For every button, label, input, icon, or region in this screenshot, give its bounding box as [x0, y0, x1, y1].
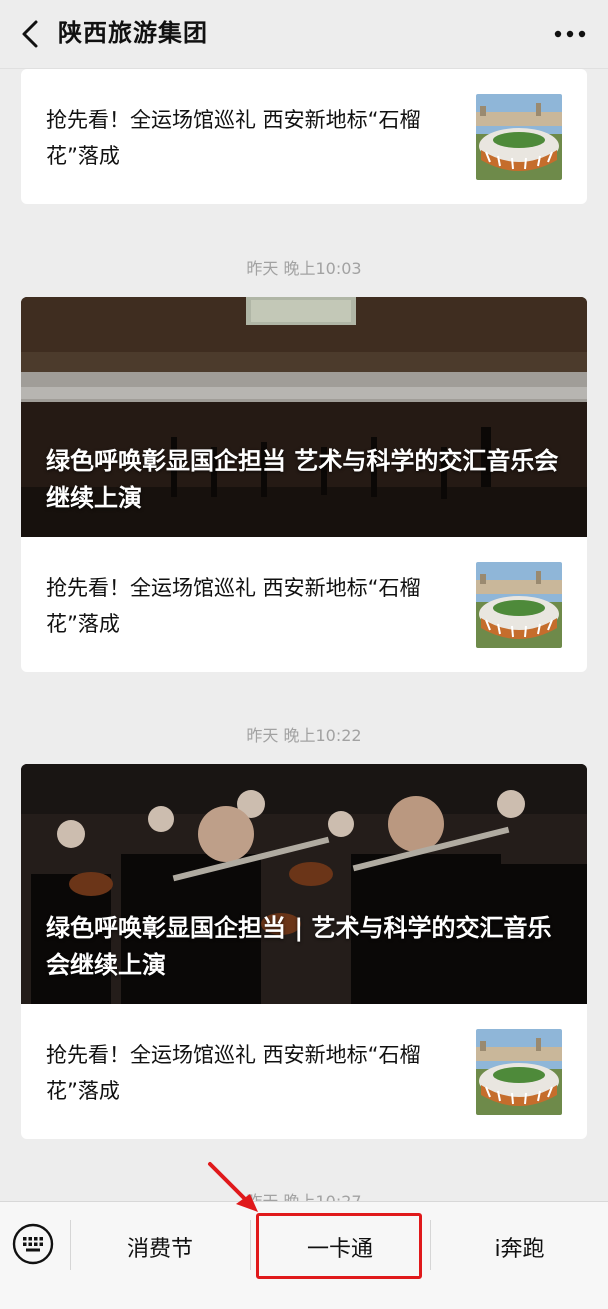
red-arrow-annotation [208, 1162, 258, 1212]
article-caption: 抢先看！全运场馆巡礼 西安新地标“石榴花”落成 [46, 108, 421, 168]
hero-title: 绿色呼唤彰显国企担当 | 艺术与科学的交汇音乐会继续上演 [46, 914, 552, 979]
hero-title: 绿色呼唤彰显国企担当 艺术与科学的交汇音乐会继续上演 [46, 447, 559, 512]
message-timestamp: 昨天 晚上10:22 [246, 726, 362, 745]
article-list-item[interactable]: 抢先看！全运场馆巡礼 西安新地标“石榴花”落成 [21, 69, 587, 204]
message-timestamp: 昨天 晚上10:03 [246, 259, 362, 278]
more-button[interactable] [550, 20, 590, 48]
chevron-left-icon [22, 20, 38, 48]
stadium-thumbnail [476, 562, 562, 648]
article-hero-card[interactable]: 绿色呼唤彰显国企担当 艺术与科学的交汇音乐会继续上演 [21, 297, 587, 537]
page-title: 陕西旅游集团 [58, 19, 208, 47]
top-nav-bar: 陕西旅游集团 [0, 0, 608, 69]
message-feed[interactable]: 抢先看！全运场馆巡礼 西安新地标“石榴花”落成 昨天 晚上10:03 绿色呼唤彰… [0, 69, 608, 1201]
keyboard-icon [12, 1223, 54, 1265]
article-caption: 抢先看！全运场馆巡礼 西安新地标“石榴花”落成 [46, 1043, 421, 1103]
keyboard-toggle-button[interactable] [12, 1223, 54, 1265]
bottom-menu-bar: 消费节 一卡通 i奔跑 [0, 1201, 608, 1309]
message-timestamp: 昨天 晚上10:27 [0, 1188, 608, 1201]
article-hero-card[interactable]: 绿色呼唤彰显国企担当 | 艺术与科学的交汇音乐会继续上演 [21, 764, 587, 1004]
red-highlight-box [256, 1213, 422, 1279]
menu-item-i-run[interactable]: i奔跑 [431, 1218, 608, 1276]
more-dots-icon [554, 30, 586, 38]
article-list-item[interactable]: 抢先看！全运场馆巡礼 西安新地标“石榴花”落成 [21, 1004, 587, 1139]
stadium-thumbnail [476, 94, 562, 180]
menu-item-consumption-festival[interactable]: 消费节 [71, 1218, 249, 1276]
article-list-item[interactable]: 抢先看！全运场馆巡礼 西安新地标“石榴花”落成 [21, 537, 587, 672]
stadium-thumbnail [476, 1029, 562, 1115]
back-button[interactable] [10, 14, 50, 54]
article-caption: 抢先看！全运场馆巡礼 西安新地标“石榴花”落成 [46, 576, 421, 636]
